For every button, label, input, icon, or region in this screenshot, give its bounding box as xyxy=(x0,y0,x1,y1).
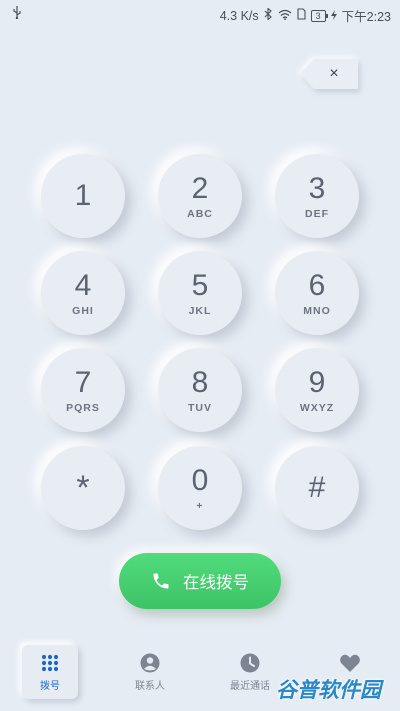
key-digit: 7 xyxy=(74,365,92,399)
key-7[interactable]: 7 PQRS xyxy=(41,348,125,432)
key-digit: 5 xyxy=(191,268,209,302)
key-digit: # xyxy=(308,471,326,504)
phone-icon xyxy=(151,571,171,591)
key-5[interactable]: 5 JKL xyxy=(158,251,242,335)
key-digit: 6 xyxy=(308,268,326,302)
nav-dial[interactable]: 拨号 xyxy=(22,645,78,699)
key-3[interactable]: 3 DEF xyxy=(275,154,359,238)
watermark-logo: 谷普软件园 xyxy=(276,679,381,702)
key-9[interactable]: 9 WXYZ xyxy=(275,348,359,432)
usb-icon xyxy=(12,6,22,22)
delete-button[interactable]: × xyxy=(300,59,358,89)
clock-icon xyxy=(240,653,260,672)
key-letters: JKL xyxy=(188,304,212,317)
key-2[interactable]: 2 ABC xyxy=(158,154,242,238)
nav-contacts[interactable]: 联系人 xyxy=(122,645,178,699)
key-letters: DEF xyxy=(305,207,329,220)
key-digit: 1 xyxy=(74,179,92,212)
call-button-label: 在线拨号 xyxy=(183,574,249,592)
dialpad-icon xyxy=(41,654,59,671)
key-6[interactable]: 6 MNO xyxy=(275,251,359,335)
nav-label: 联系人 xyxy=(135,680,165,692)
nav-label: 拨号 xyxy=(40,680,60,692)
battery-indicator: 3 xyxy=(310,9,328,22)
key-digit: * xyxy=(76,469,90,507)
key-digit: 9 xyxy=(308,365,326,399)
key-digit: 4 xyxy=(74,268,92,302)
sim-icon xyxy=(297,8,306,23)
key-8[interactable]: 8 TUV xyxy=(158,348,242,432)
wifi-icon xyxy=(278,9,292,23)
call-button[interactable]: 在线拨号 xyxy=(119,553,281,609)
key-letters: PQRS xyxy=(66,401,100,414)
clock-time: 下午2:23 xyxy=(341,10,391,24)
bluetooth-icon xyxy=(264,7,273,23)
key-hash[interactable]: # xyxy=(275,446,359,530)
key-digit: 2 xyxy=(191,171,209,205)
key-digit: 3 xyxy=(308,171,326,205)
key-letters: GHI xyxy=(72,304,94,317)
key-1[interactable]: 1 xyxy=(41,154,125,238)
key-letters: MNO xyxy=(303,304,331,317)
contact-icon xyxy=(140,653,160,672)
key-4[interactable]: 4 GHI xyxy=(41,251,125,335)
key-star[interactable]: * xyxy=(41,446,125,530)
close-icon: × xyxy=(329,65,339,82)
network-speed: 4.3 K/s xyxy=(219,8,259,23)
status-bar: 4.3 K/s 3 下午2:23 xyxy=(0,0,400,28)
key-letters: TUV xyxy=(188,401,212,414)
key-letters: + xyxy=(196,499,204,512)
key-letters: WXYZ xyxy=(299,401,335,414)
heart-icon xyxy=(340,654,360,672)
nav-recent[interactable]: 最近通话 xyxy=(222,645,278,699)
key-letters: ABC xyxy=(187,207,213,220)
nav-label: 最近通话 xyxy=(230,680,270,692)
key-0[interactable]: 0 + xyxy=(158,446,242,530)
key-digit: 8 xyxy=(191,365,209,399)
charging-icon xyxy=(330,9,337,23)
key-digit: 0 xyxy=(191,463,209,497)
